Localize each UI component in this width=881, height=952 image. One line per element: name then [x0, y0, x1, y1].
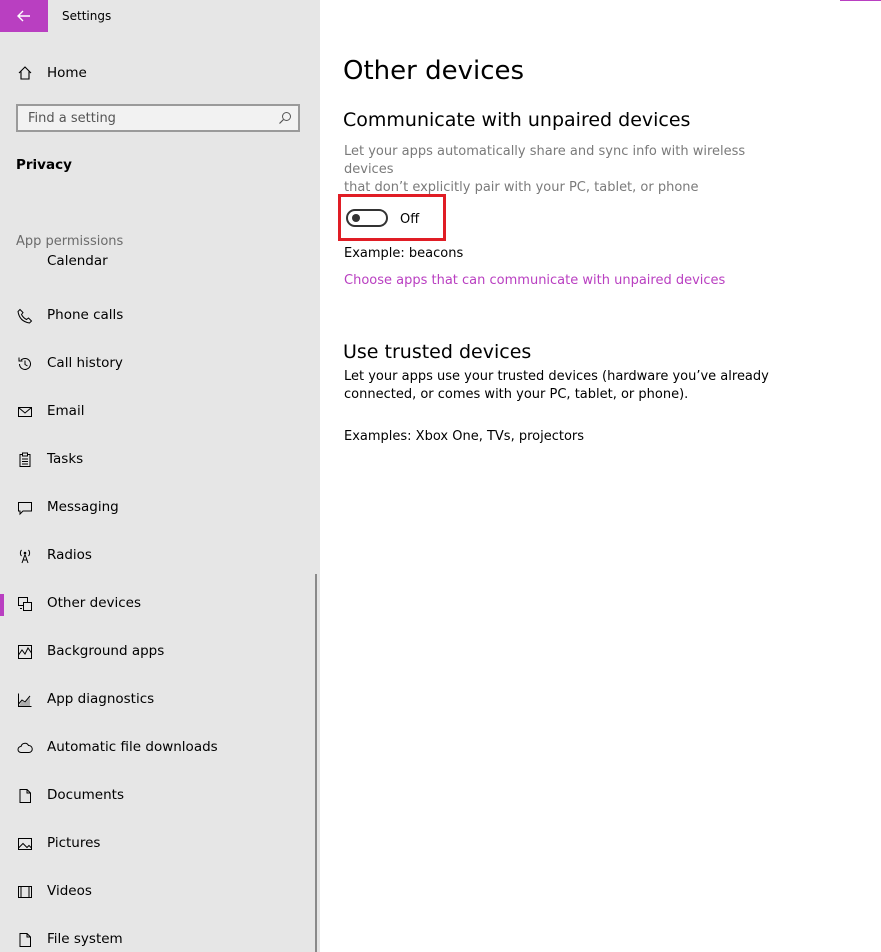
video-icon: [17, 884, 33, 900]
app-permissions-header: App permissions: [16, 234, 124, 249]
description-line: connected, or comes with your PC, tablet…: [344, 387, 689, 402]
back-button[interactable]: [0, 0, 48, 32]
nav-list: Calendar Phone calls Call history Email: [0, 255, 320, 952]
app-title: Settings: [62, 9, 112, 23]
sidebar-item-label: Calendar: [47, 255, 108, 269]
sidebar-item-background-apps[interactable]: Background apps: [0, 632, 316, 672]
unpaired-devices-toggle[interactable]: [346, 209, 388, 227]
search-box[interactable]: [16, 104, 300, 132]
document-icon: [17, 788, 33, 804]
radio-antenna-icon: [17, 548, 33, 564]
phone-icon: [17, 308, 33, 324]
toggle-state-label: Off: [400, 212, 420, 227]
section-title-privacy: Privacy: [16, 157, 72, 173]
sidebar-item-call-history[interactable]: Call history: [0, 344, 316, 384]
sidebar-item-label: Other devices: [47, 595, 141, 611]
sidebar-item-label: App diagnostics: [47, 691, 155, 707]
sidebar-item-phone-calls[interactable]: Phone calls: [0, 296, 316, 336]
description-line: Let your apps automatically share and sy…: [344, 144, 746, 177]
sidebar-item-app-diagnostics[interactable]: App diagnostics: [0, 680, 316, 720]
window-accent-line: [840, 0, 881, 1]
sidebar-item-documents[interactable]: Documents: [0, 776, 316, 816]
main-content: Other devices Communicate with unpaired …: [320, 0, 881, 952]
tasks-icon: [17, 452, 33, 468]
sidebar-item-other-devices[interactable]: Other devices: [0, 584, 316, 624]
sidebar-item-label: Videos: [47, 883, 92, 899]
sidebar-item-file-system[interactable]: File system: [0, 920, 316, 952]
unpaired-devices-description: Let your apps automatically share and sy…: [344, 143, 784, 197]
sidebar-item-label: Messaging: [47, 499, 119, 515]
sidebar-item-pictures[interactable]: Pictures: [0, 824, 316, 864]
sidebar-item-videos[interactable]: Videos: [0, 872, 316, 912]
calendar-icon: [17, 255, 33, 270]
sidebar-item-radios[interactable]: Radios: [0, 536, 316, 576]
unpaired-devices-heading: Communicate with unpaired devices: [343, 109, 691, 131]
pictures-icon: [17, 836, 33, 852]
devices-icon: [17, 596, 33, 612]
sidebar-item-label: Radios: [47, 547, 92, 563]
sidebar-item-label: Call history: [47, 355, 123, 371]
selection-indicator: [0, 594, 4, 616]
title-bar: Settings: [0, 0, 320, 32]
toggle-highlight-box: Off: [338, 194, 446, 241]
trusted-devices-heading: Use trusted devices: [343, 341, 532, 363]
sidebar-item-automatic-file-downloads[interactable]: Automatic file downloads: [0, 728, 316, 768]
search-input[interactable]: [18, 106, 288, 130]
email-icon: [17, 404, 33, 420]
sidebar: Settings Home Privacy App permissions Ca…: [0, 0, 320, 952]
description-line: Let your apps use your trusted devices (…: [344, 369, 769, 384]
home-label: Home: [47, 65, 87, 81]
file-icon: [17, 932, 33, 948]
sidebar-item-messaging[interactable]: Messaging: [0, 488, 316, 528]
sidebar-item-email[interactable]: Email: [0, 392, 316, 432]
sidebar-item-label: Email: [47, 403, 85, 419]
page-title: Other devices: [343, 56, 525, 86]
sidebar-item-tasks[interactable]: Tasks: [0, 440, 316, 480]
home-nav-item[interactable]: Home: [0, 58, 320, 88]
messaging-icon: [17, 500, 33, 516]
history-icon: [17, 356, 33, 372]
choose-apps-link[interactable]: Choose apps that can communicate with un…: [344, 273, 725, 288]
sidebar-item-label: Tasks: [47, 451, 84, 467]
sidebar-item-label: Background apps: [47, 643, 165, 659]
sidebar-item-label: Phone calls: [47, 307, 124, 323]
home-icon: [17, 65, 33, 81]
cloud-icon: [17, 740, 33, 756]
sidebar-item-label: File system: [47, 931, 123, 947]
arrow-left-icon: [17, 10, 30, 22]
sidebar-item-label: Pictures: [47, 835, 101, 851]
beacons-example: Example: beacons: [344, 246, 464, 261]
background-apps-icon: [17, 644, 33, 660]
search-icon: [279, 112, 291, 124]
trusted-devices-description: Let your apps use your trusted devices (…: [344, 368, 784, 404]
sidebar-item-label: Automatic file downloads: [47, 739, 218, 755]
sidebar-scrollbar[interactable]: [315, 574, 317, 952]
toggle-knob: [352, 214, 360, 222]
trusted-devices-examples: Examples: Xbox One, TVs, projectors: [344, 429, 585, 444]
sidebar-item-calendar[interactable]: Calendar: [0, 255, 316, 282]
diagnostics-icon: [17, 692, 33, 708]
sidebar-item-label: Documents: [47, 787, 124, 803]
